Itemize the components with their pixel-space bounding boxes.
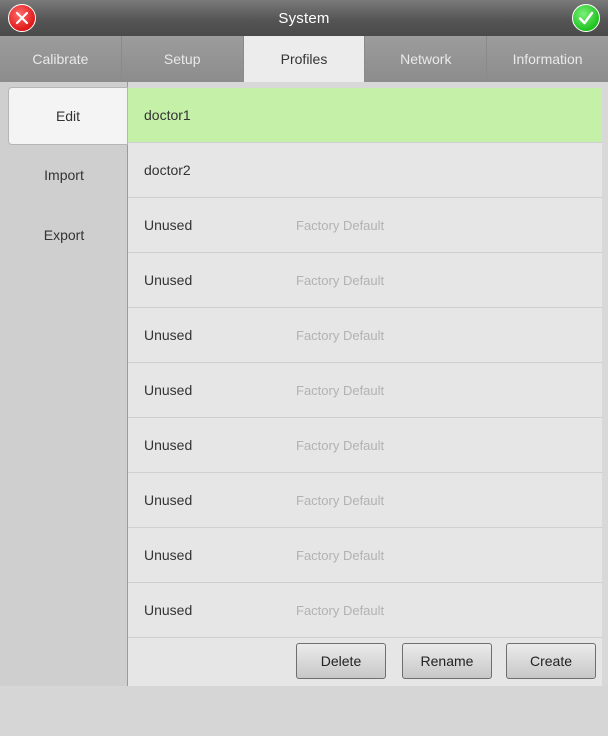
profile-row[interactable]: doctor1 bbox=[128, 88, 602, 143]
tab-setup[interactable]: Setup bbox=[122, 36, 244, 82]
tab-information[interactable]: Information bbox=[487, 36, 608, 82]
profile-note: Factory Default bbox=[296, 382, 385, 398]
title-bar: System bbox=[0, 0, 608, 36]
window-title: System bbox=[278, 9, 330, 27]
close-icon[interactable] bbox=[8, 4, 36, 32]
profile-name: doctor2 bbox=[144, 162, 191, 178]
profile-note: Factory Default bbox=[296, 492, 385, 508]
rename-button[interactable]: Rename bbox=[402, 643, 492, 679]
profile-row[interactable]: doctor2 bbox=[128, 143, 602, 198]
delete-button[interactable]: Delete bbox=[296, 643, 386, 679]
bottom-bar bbox=[0, 686, 608, 736]
sidebar: Edit Import Export bbox=[0, 82, 128, 686]
profile-name: Unused bbox=[144, 547, 193, 563]
profile-name: Unused bbox=[144, 382, 193, 398]
profile-name: Unused bbox=[144, 492, 193, 508]
profile-name: Unused bbox=[144, 217, 193, 233]
profile-note: Factory Default bbox=[296, 602, 385, 618]
profile-list: doctor1 doctor2 Unused Factory Default U… bbox=[128, 88, 602, 686]
profile-row[interactable]: Unused Factory Default bbox=[128, 308, 602, 363]
check-icon[interactable] bbox=[572, 4, 600, 32]
tab-network[interactable]: Network bbox=[365, 36, 488, 82]
profile-note: Factory Default bbox=[296, 547, 385, 563]
tab-bar: Calibrate Setup Profiles Network Informa… bbox=[0, 36, 608, 82]
profile-name: Unused bbox=[144, 602, 193, 618]
profile-note: Factory Default bbox=[296, 437, 385, 453]
profile-note: Factory Default bbox=[296, 272, 385, 288]
tab-profiles[interactable]: Profiles bbox=[243, 36, 366, 82]
profile-row[interactable]: Unused Factory Default bbox=[128, 198, 602, 253]
profile-name: Unused bbox=[144, 327, 193, 343]
profile-note: Factory Default bbox=[296, 217, 385, 233]
profile-row[interactable]: Unused Factory Default bbox=[128, 473, 602, 528]
tab-calibrate[interactable]: Calibrate bbox=[0, 36, 122, 82]
profile-name: doctor1 bbox=[144, 107, 191, 123]
sidebar-item-import[interactable]: Import bbox=[0, 145, 128, 205]
profile-row[interactable]: Unused Factory Default bbox=[128, 363, 602, 418]
profile-row[interactable]: Unused Factory Default bbox=[128, 253, 602, 308]
profile-row[interactable]: Unused Factory Default bbox=[128, 528, 602, 583]
action-bar: Delete Rename Create bbox=[128, 638, 602, 686]
sidebar-item-edit[interactable]: Edit bbox=[8, 87, 128, 145]
profile-row[interactable]: Unused Factory Default bbox=[128, 583, 602, 638]
create-button[interactable]: Create bbox=[506, 643, 596, 679]
profile-note: Factory Default bbox=[296, 327, 385, 343]
sidebar-item-export[interactable]: Export bbox=[0, 205, 128, 265]
profile-row[interactable]: Unused Factory Default bbox=[128, 418, 602, 473]
profile-name: Unused bbox=[144, 272, 193, 288]
profile-name: Unused bbox=[144, 437, 193, 453]
